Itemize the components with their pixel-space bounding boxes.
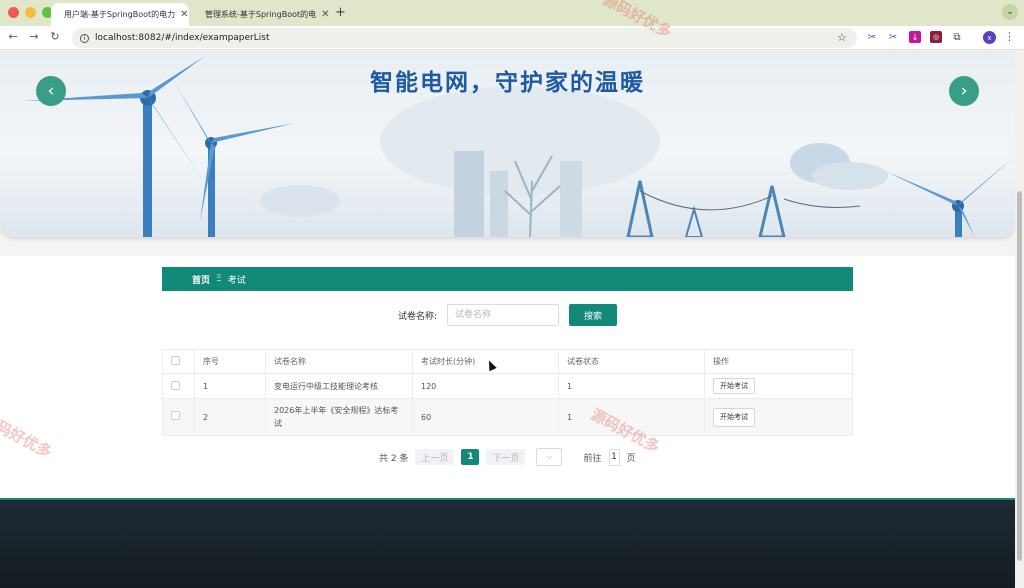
page-size-select[interactable]: ⌵ — [536, 448, 563, 466]
header-action: 操作 — [704, 349, 853, 374]
row-status: 1 — [558, 373, 705, 399]
chevron-down-icon: ⌵ — [546, 452, 553, 461]
select-all-checkbox[interactable] — [171, 356, 180, 365]
row-action-cell: 开始考试 — [704, 373, 853, 399]
select-all-cell — [162, 349, 195, 374]
carousel-next-button[interactable]: › — [949, 76, 979, 106]
tab-search-icon[interactable]: ⌄ — [1002, 4, 1018, 20]
web-page: 智能电网，守护家的温暖 ‹ › 首页 Ξ 考试 试卷名称: 搜索 序号 试卷名称… — [0, 51, 1015, 588]
breadcrumb-separator-icon: Ξ — [216, 274, 222, 284]
row-index: 1 — [194, 373, 266, 399]
row-checkbox[interactable] — [171, 410, 180, 420]
goto-label: 前往 — [583, 453, 602, 464]
minimize-window-button[interactable] — [25, 7, 36, 18]
row-duration: 120 — [412, 373, 559, 399]
browser-menu-icon[interactable]: ⋮ — [1004, 30, 1015, 43]
total-count: 共 2 条 — [379, 453, 409, 464]
page-number-current[interactable]: 1 — [461, 449, 480, 465]
page-footer — [0, 498, 1015, 588]
table-row: 1 变电运行中级工技能理论考核 120 1 开始考试 — [162, 373, 853, 399]
browser-tab-admin[interactable]: 管理系统-基于SpringBoot的电 ✕ — [192, 3, 332, 26]
bookmark-star-icon[interactable]: ☆ — [837, 31, 847, 44]
search-bar: 试卷名称: 搜索 — [398, 304, 618, 326]
forward-icon[interactable]: → — [27, 30, 41, 43]
row-duration: 60 — [412, 398, 559, 436]
tab-title: 管理系统-基于SpringBoot的电 — [205, 10, 317, 19]
search-label: 试卷名称: — [398, 311, 438, 322]
row-action-cell: 开始考试 — [704, 398, 853, 436]
page-suffix: 页 — [626, 453, 636, 464]
tool-extension-icon[interactable]: ◎ — [930, 31, 942, 43]
carousel-prev-button[interactable]: ‹ — [36, 76, 66, 106]
browser-tab-user[interactable]: 用户端-基于SpringBoot的电力 ✕ — [51, 3, 189, 26]
start-exam-button[interactable]: 开始考试 — [713, 378, 755, 394]
tab-title: 用户端-基于SpringBoot的电力 — [64, 10, 176, 19]
url-text: localhost:8082/#/index/exampaperList — [95, 33, 270, 43]
download-extension-icon[interactable]: ↓ — [909, 31, 921, 43]
start-exam-button[interactable]: 开始考试 — [713, 407, 755, 427]
breadcrumb-home[interactable]: 首页 — [192, 273, 210, 286]
cut-extension-icon[interactable]: ✂ — [887, 31, 899, 43]
row-select-cell — [162, 398, 195, 436]
row-select-cell — [162, 373, 195, 399]
exam-paper-table: 序号 试卷名称 考试时长(分钟) 试卷状态 操作 1 变电运行中级工技能理论考核… — [162, 349, 853, 436]
page-scrollbar[interactable] — [1015, 51, 1024, 588]
extensions-puzzle-icon[interactable]: ⧉ — [951, 31, 963, 43]
scissors-extension-icon[interactable]: ✂ — [866, 31, 878, 43]
table-header-row: 序号 试卷名称 考试时长(分钟) 试卷状态 操作 — [162, 349, 853, 374]
row-index: 2 — [194, 398, 266, 436]
hero-banner: 智能电网，守护家的温暖 ‹ › — [0, 51, 1015, 237]
scrollbar-thumb[interactable] — [1017, 191, 1022, 561]
search-button[interactable]: 搜索 — [569, 304, 618, 326]
site-info-icon[interactable]: i — [80, 33, 89, 43]
close-window-button[interactable] — [8, 7, 19, 18]
browser-toolbar: ← → ↻ i localhost:8082/#/index/exampaper… — [0, 26, 1024, 50]
back-icon[interactable]: ← — [6, 30, 20, 43]
row-paper-name: 2026年上半年《安全规程》达标考试 — [265, 398, 413, 436]
banner-slogan: 智能电网，守护家的温暖 — [370, 70, 645, 96]
row-checkbox[interactable] — [171, 380, 180, 390]
prev-page-button[interactable]: 上一页 — [415, 449, 455, 465]
row-paper-name: 变电运行中级工技能理论考核 — [265, 373, 413, 399]
exam-list-section: 首页 Ξ 考试 试卷名称: 搜索 序号 试卷名称 考试时长(分钟) 试卷状态 操… — [0, 256, 1015, 498]
close-tab-icon[interactable]: ✕ — [321, 9, 329, 20]
next-page-button[interactable]: 下一页 — [486, 449, 526, 465]
header-index: 序号 — [194, 349, 266, 374]
close-tab-icon[interactable]: ✕ — [180, 9, 188, 20]
table-row: 2 2026年上半年《安全规程》达标考试 60 1 开始考试 — [162, 398, 853, 436]
breadcrumb: 首页 Ξ 考试 — [162, 267, 853, 291]
header-status: 试卷状态 — [558, 349, 705, 374]
browser-tabbar: 用户端-基于SpringBoot的电力 ✕ 管理系统-基于SpringBoot的… — [0, 0, 1024, 26]
goto-page-input[interactable]: 1 — [608, 448, 620, 466]
paper-name-input[interactable] — [447, 304, 560, 326]
new-tab-icon[interactable]: + — [335, 5, 346, 20]
window-controls — [8, 7, 53, 18]
header-paper-name: 试卷名称 — [265, 349, 413, 374]
address-bar[interactable]: i localhost:8082/#/index/exampaperList — [72, 28, 857, 48]
profile-avatar[interactable]: x — [983, 31, 996, 44]
breadcrumb-current: 考试 — [227, 275, 246, 286]
reload-icon[interactable]: ↻ — [48, 30, 62, 43]
pagination: 共 2 条 上一页 1 下一页 ⌵ 前往 1 页 — [379, 448, 636, 466]
